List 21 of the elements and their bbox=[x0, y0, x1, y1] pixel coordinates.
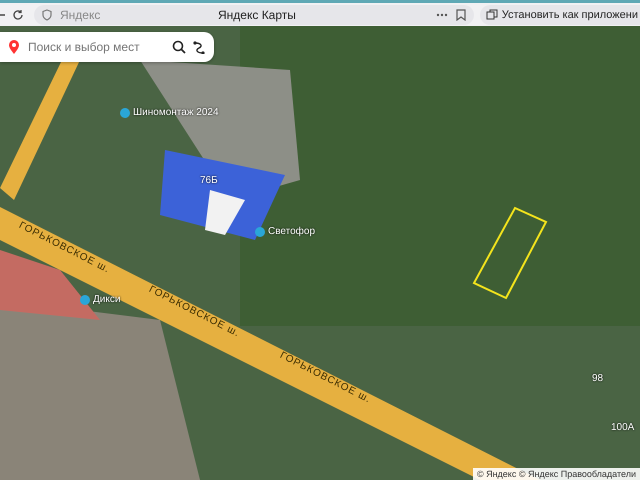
house-number: 98 bbox=[592, 373, 604, 384]
page-title: Яндекс Карты bbox=[218, 8, 297, 22]
search-bar[interactable]: Поиск и выбор мест bbox=[0, 32, 214, 62]
satellite-map-drawing[interactable] bbox=[0, 26, 640, 480]
map-attribution: © Яндекс © Яндекс Правообладатели bbox=[472, 468, 640, 480]
bookmark-icon[interactable] bbox=[456, 8, 466, 20]
search-field[interactable]: Поиск и выбор мест bbox=[26, 39, 166, 55]
shield-icon bbox=[42, 8, 52, 20]
place-label[interactable]: Светофор bbox=[268, 226, 316, 237]
house-number: 100А bbox=[611, 422, 634, 433]
house-number: 76Б bbox=[200, 175, 218, 186]
place-label[interactable]: Дикси bbox=[93, 294, 120, 305]
location-pin-icon bbox=[8, 39, 20, 55]
place-label[interactable]: Шиномонтаж 2024 bbox=[133, 107, 219, 118]
search-icon[interactable] bbox=[172, 40, 186, 54]
address-bar[interactable]: Яндекс Яндекс Карты bbox=[34, 4, 474, 24]
more-icon[interactable] bbox=[436, 12, 448, 16]
route-icon[interactable] bbox=[192, 40, 206, 54]
site-name: Яндекс bbox=[60, 8, 102, 22]
install-app-button[interactable]: Установить как приложени bbox=[480, 4, 640, 24]
reload-icon[interactable] bbox=[12, 8, 24, 20]
